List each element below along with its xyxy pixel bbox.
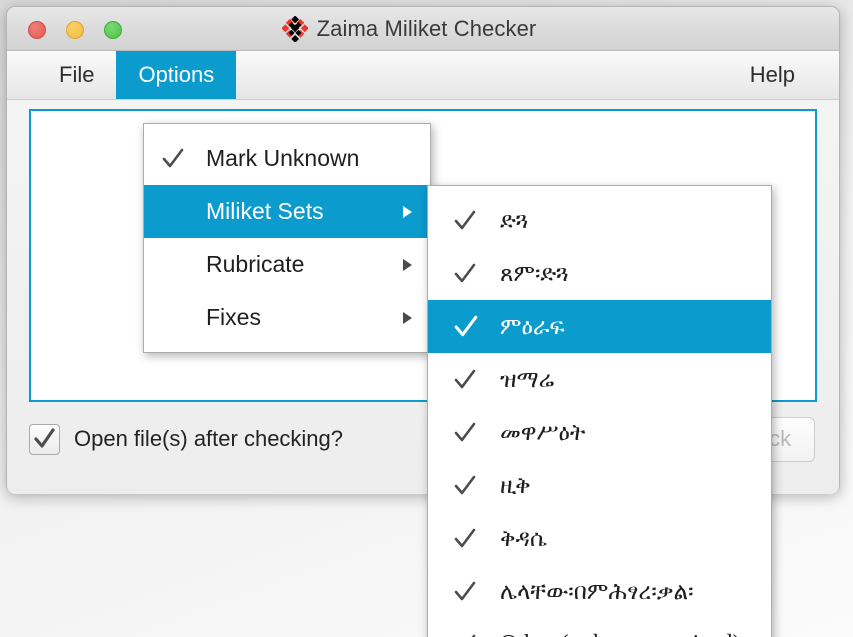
check-icon [446, 581, 488, 603]
sets-item-label: ቅዳሴ [500, 525, 547, 552]
submenu-arrow-icon [398, 311, 414, 325]
menu-item-mark-unknown[interactable]: Mark Unknown [144, 132, 430, 185]
sets-item-label: ድጓ [500, 207, 529, 234]
menu-item-label: Rubricate [206, 251, 305, 277]
menu-options[interactable]: Options [116, 51, 237, 99]
sets-item-ziq[interactable]: ዚቅ [428, 459, 771, 512]
menu-spacer [236, 51, 727, 99]
checkered-diamond-icon [280, 15, 309, 43]
sets-item-others-abbreviated[interactable]: ሌላቸው፡በምሕፃረ፡ቃል፡ [428, 565, 771, 618]
check-icon [446, 315, 488, 339]
sets-item-mewaset[interactable]: መዋሥዕት [428, 406, 771, 459]
menu-item-label: Miliket Sets [206, 198, 324, 224]
open-after-checking-label: Open file(s) after checking? [74, 426, 344, 451]
check-icon [446, 528, 488, 550]
sets-item-digua[interactable]: ድጓ [428, 194, 771, 247]
menu-item-label: Fixes [206, 304, 261, 330]
menu-file[interactable]: File [37, 51, 116, 99]
sets-item-label: ዚቅ [500, 472, 531, 499]
menu-item-miliket-sets[interactable]: Miliket Sets [144, 185, 430, 238]
checkmark-icon [34, 427, 55, 448]
miliket-sets-submenu: ድጓ ጸም፡ድጓ ምዕራፍ ዝማሬ መዋሥዕት ዚቅ ቅዳሴ ሌላቸው፡በምሕፃ… [427, 185, 772, 637]
menu-help[interactable]: Help [728, 51, 817, 99]
sets-item-label: ሌላቸው፡በምሕፃረ፡ቃል፡ [500, 578, 694, 605]
sets-item-label: ምዕራፍ [500, 313, 565, 340]
title-bar[interactable]: Zaima Miliket Checker [7, 7, 839, 51]
open-after-checking-checkbox[interactable] [29, 423, 60, 455]
check-icon [162, 148, 194, 170]
menu-item-rubricate[interactable]: Rubricate [144, 238, 430, 291]
options-dropdown-menu: Mark Unknown Miliket Sets Rubricate Fixe… [143, 123, 431, 353]
menu-item-fixes[interactable]: Fixes [144, 291, 430, 344]
window-title: Zaima Miliket Checker [316, 15, 537, 41]
open-after-checking-group[interactable]: Open file(s) after checking? [29, 423, 344, 455]
sets-item-zimare[interactable]: ዝማሬ [428, 353, 771, 406]
sets-item-label: መዋሥዕት [500, 419, 586, 446]
check-icon [446, 369, 488, 391]
check-icon [446, 263, 488, 285]
submenu-arrow-icon [398, 258, 414, 272]
sets-item-other-uncategorized[interactable]: Other (to be categorized) [428, 618, 771, 637]
sets-item-qidase[interactable]: ቅዳሴ [428, 512, 771, 565]
check-icon [446, 475, 488, 497]
sets-item-miraf[interactable]: ምዕራፍ [428, 300, 771, 353]
sets-item-label: ጸም፡ድጓ [500, 260, 569, 287]
check-icon [446, 210, 488, 232]
sets-item-label: ዝማሬ [500, 366, 555, 393]
check-icon [446, 422, 488, 444]
check-icon [446, 634, 488, 637]
sets-item-label: Other (to be categorized) [488, 631, 755, 637]
submenu-arrow-icon [398, 205, 414, 219]
title-group: Zaima Miliket Checker [7, 7, 839, 50]
menu-item-label: Mark Unknown [206, 145, 360, 171]
sets-item-tsome-digua[interactable]: ጸም፡ድጓ [428, 247, 771, 300]
application-window: Zaima Miliket Checker File Options Help … [6, 6, 840, 637]
menu-bar: File Options Help [7, 51, 839, 100]
